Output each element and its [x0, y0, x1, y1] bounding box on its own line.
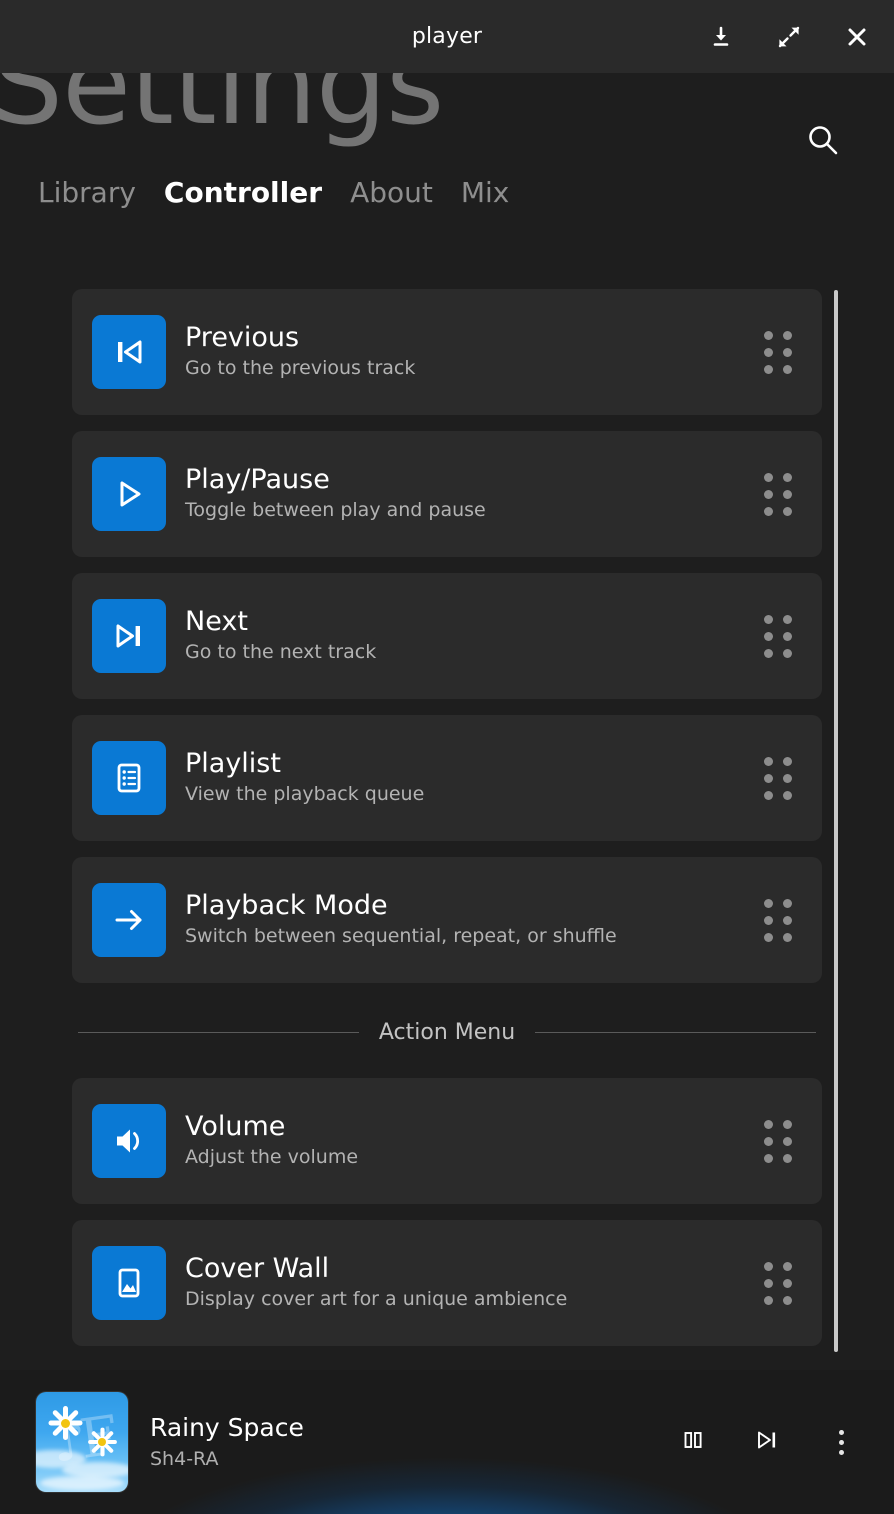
drag-handle-icon[interactable]	[756, 330, 800, 374]
now-playing-bar: ♪F Rainy Space Sh4-RA	[0, 1370, 894, 1514]
arrow-right-icon	[92, 883, 166, 957]
drag-handle-icon[interactable]	[756, 614, 800, 658]
search-button[interactable]	[800, 119, 846, 165]
avatar[interactable]: ♪F	[36, 1392, 128, 1492]
list-item-text: Playlist View the playback queue	[185, 748, 756, 807]
close-button[interactable]	[838, 18, 876, 56]
list-item-text: Play/Pause Toggle between play and pause	[185, 464, 756, 523]
list-item-next[interactable]: Next Go to the next track	[72, 573, 822, 699]
tab-library[interactable]: Library	[38, 176, 136, 209]
tab-mix[interactable]: Mix	[461, 176, 510, 209]
list-item-text: Previous Go to the previous track	[185, 322, 756, 381]
drag-handle-icon[interactable]	[756, 1119, 800, 1163]
play-icon	[92, 457, 166, 531]
list-item-title: Playlist	[185, 748, 281, 780]
list-item-title: Playback Mode	[185, 890, 388, 922]
more-options-button[interactable]	[822, 1423, 860, 1461]
list-item-title: Cover Wall	[185, 1253, 330, 1285]
next-track-icon	[753, 1426, 781, 1458]
list-item-subtitle: Go to the next track	[185, 641, 377, 664]
divider-line-left	[78, 1031, 359, 1033]
window-controls	[702, 0, 876, 73]
divider-line-right	[535, 1031, 817, 1033]
page-header: Settings Library Controller About Mix	[0, 73, 894, 240]
playlist-icon	[92, 741, 166, 815]
expand-icon	[777, 25, 801, 49]
list-item-subtitle: Switch between sequential, repeat, or sh…	[185, 925, 617, 948]
drag-handle-icon[interactable]	[756, 898, 800, 942]
list-item-subtitle: Toggle between play and pause	[185, 499, 486, 522]
controller-list: Previous Go to the previous track Play/P…	[0, 240, 894, 1370]
drag-handle-icon[interactable]	[756, 472, 800, 516]
close-icon	[846, 26, 868, 48]
search-icon	[803, 120, 843, 164]
image-icon	[92, 1246, 166, 1320]
track-title: Rainy Space	[150, 1412, 304, 1442]
tab-about[interactable]: About	[350, 176, 433, 209]
drag-handle-icon[interactable]	[756, 1261, 800, 1305]
list-item-text: Next Go to the next track	[185, 606, 756, 665]
maximize-button[interactable]	[770, 18, 808, 56]
track-info: Rainy Space Sh4-RA	[150, 1412, 674, 1471]
section-label: Action Menu	[378, 1019, 516, 1045]
pause-icon	[680, 1427, 706, 1457]
track-artist: Sh4-RA	[150, 1448, 219, 1471]
list-item-title: Next	[185, 606, 248, 638]
previous-track-icon	[92, 315, 166, 389]
list-item-title: Play/Pause	[185, 464, 330, 496]
drag-handle-icon[interactable]	[756, 756, 800, 800]
page-title: Settings	[0, 73, 444, 150]
tab-controller[interactable]: Controller	[164, 176, 322, 209]
more-vertical-icon	[838, 1429, 844, 1455]
minimize-to-tray-button[interactable]	[702, 18, 740, 56]
list-item-playlist[interactable]: Playlist View the playback queue	[72, 715, 822, 841]
next-track-icon	[92, 599, 166, 673]
window-title: player	[411, 24, 483, 49]
app-window: player Settings Library Controller About…	[0, 0, 894, 1514]
list-item-title: Previous	[185, 322, 300, 354]
list-item-cover-wall[interactable]: Cover Wall Display cover art for a uniqu…	[72, 1220, 822, 1346]
pause-button[interactable]	[674, 1423, 712, 1461]
list-item-previous[interactable]: Previous Go to the previous track	[72, 289, 822, 415]
next-button[interactable]	[748, 1423, 786, 1461]
list-item-text: Playback Mode Switch between sequential,…	[185, 890, 756, 949]
list-item-text: Volume Adjust the volume	[185, 1111, 756, 1170]
list-item-playback-mode[interactable]: Playback Mode Switch between sequential,…	[72, 857, 822, 983]
list-item-text: Cover Wall Display cover art for a uniqu…	[185, 1253, 756, 1312]
list-item-play-pause[interactable]: Play/Pause Toggle between play and pause	[72, 431, 822, 557]
list-item-title: Volume	[185, 1111, 286, 1143]
list-item-subtitle: Adjust the volume	[185, 1146, 359, 1169]
list-item-subtitle: Display cover art for a unique ambience	[185, 1288, 568, 1311]
section-divider-action-menu: Action Menu	[78, 1017, 817, 1047]
download-icon	[710, 26, 732, 48]
player-controls	[674, 1423, 860, 1461]
volume-icon	[92, 1104, 166, 1178]
vertical-scrollbar[interactable]	[834, 290, 838, 1352]
tab-bar: Library Controller About Mix	[38, 176, 509, 209]
list-item-subtitle: View the playback queue	[185, 783, 425, 806]
title-bar: player	[0, 0, 894, 73]
list-item-volume[interactable]: Volume Adjust the volume	[72, 1078, 822, 1204]
list-item-subtitle: Go to the previous track	[185, 357, 416, 380]
